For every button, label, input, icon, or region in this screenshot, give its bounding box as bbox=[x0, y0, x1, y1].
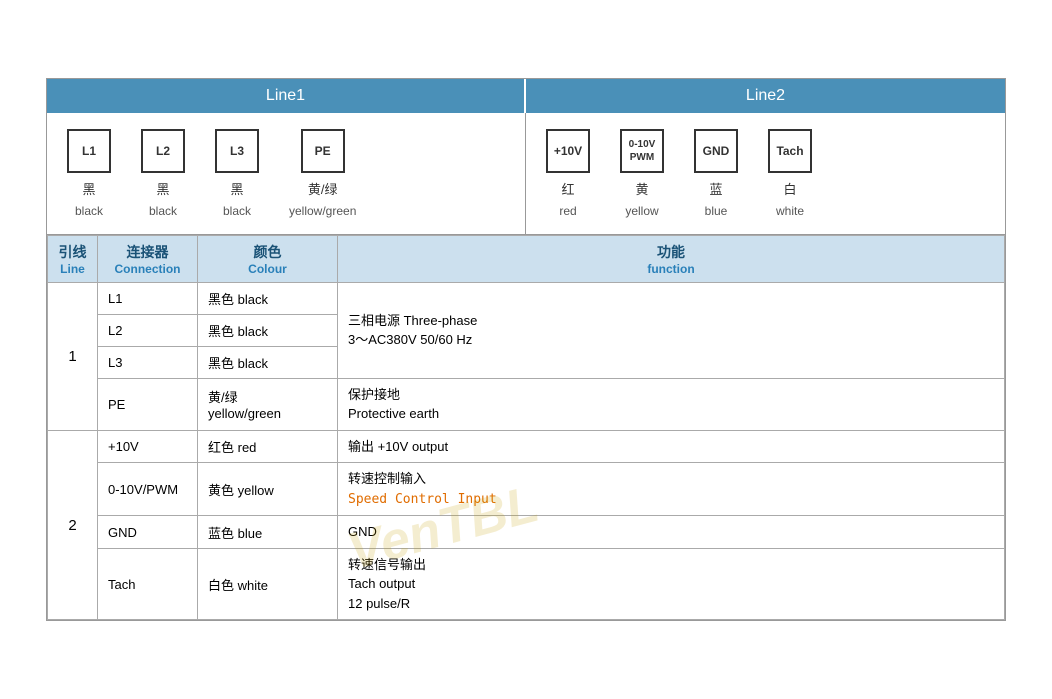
connector-PWM-box: 0-10VPWM bbox=[620, 129, 664, 173]
connector-L1: L1 黑 black bbox=[67, 129, 111, 218]
connector-PE-box: PE bbox=[301, 129, 345, 173]
table-row: 0-10V/PWM 黄色 yellow 转速控制输入Speed Control … bbox=[48, 463, 1005, 516]
connector-PWM-en: yellow bbox=[625, 204, 658, 218]
colour-L2: 黑色 black bbox=[198, 314, 338, 346]
header-function: 功能 function bbox=[338, 235, 1005, 282]
table-header-row: 引线 Line 连接器 Connection 颜色 Colour 功能 bbox=[48, 235, 1005, 282]
func-tach: 转速信号输出Tach output12 pulse/R bbox=[338, 548, 1005, 620]
connector-GND: GND 蓝 blue bbox=[694, 129, 738, 218]
table-row: Tach 白色 white 转速信号输出Tach output12 pulse/… bbox=[48, 548, 1005, 620]
connector-GND-box: GND bbox=[694, 129, 738, 173]
header-line2: Line2 bbox=[526, 79, 1005, 113]
connector-GND-cn: 蓝 bbox=[709, 179, 722, 198]
func-10V: 输出 +10V output bbox=[338, 430, 1005, 463]
connector-PE: PE 黄/绿 yellow/green bbox=[289, 129, 356, 218]
table-section: 引线 Line 连接器 Connection 颜色 Colour 功能 bbox=[47, 235, 1005, 621]
connector-L3-box: L3 bbox=[215, 129, 259, 173]
table-row: 2 +10V 红色 red 输出 +10V output bbox=[48, 430, 1005, 463]
connector-L3: L3 黑 black bbox=[215, 129, 259, 218]
line1-connectors: L1 黑 black L2 黑 black L3 黑 black bbox=[67, 129, 505, 218]
colour-gnd: 蓝色 blue bbox=[198, 516, 338, 549]
connector-PE-en: yellow/green bbox=[289, 204, 356, 218]
connector-10V: +10V 红 red bbox=[546, 129, 590, 218]
connector-Tach-box: Tach bbox=[768, 129, 812, 173]
connector-PWM: 0-10VPWM 黄 yellow bbox=[620, 129, 664, 218]
line2-connectors: +10V 红 red 0-10VPWM 黄 yellow GND 蓝 blue bbox=[546, 129, 985, 218]
connector-L3-cn: 黑 bbox=[230, 179, 243, 198]
colour-L3: 黑色 black bbox=[198, 346, 338, 378]
speed-ctrl-label: Speed Control Input bbox=[348, 492, 497, 507]
diagram-line1: L1 黑 black L2 黑 black L3 黑 black bbox=[47, 113, 526, 234]
colour-tach: 白色 white bbox=[198, 548, 338, 620]
func-L1-L3: 三相电源 Three-phase3～AC380V 50/60 Hz bbox=[338, 282, 1005, 378]
connector-L2: L2 黑 black bbox=[141, 129, 185, 218]
main-container: Line1 Line2 L1 黑 black L2 黑 black bbox=[46, 78, 1006, 622]
connector-L1-cn: 黑 bbox=[82, 179, 95, 198]
connector-L2-box: L2 bbox=[141, 129, 185, 173]
main-table: 引线 Line 连接器 Connection 颜色 Colour 功能 bbox=[47, 235, 1005, 621]
colour-10V: 红色 red bbox=[198, 430, 338, 463]
colour-pwm: 黄色 yellow bbox=[198, 463, 338, 516]
conn-PE: PE bbox=[98, 378, 198, 430]
header-line: 引线 Line bbox=[48, 235, 98, 282]
colour-PE: 黄/绿yellow/green bbox=[198, 378, 338, 430]
connector-Tach-en: white bbox=[776, 204, 804, 218]
connector-L2-cn: 黑 bbox=[156, 179, 169, 198]
connector-Tach-cn: 白 bbox=[783, 179, 796, 198]
diagram-row: L1 黑 black L2 黑 black L3 黑 black bbox=[47, 113, 1005, 235]
conn-pwm: 0-10V/PWM bbox=[98, 463, 198, 516]
connector-GND-en: blue bbox=[705, 204, 728, 218]
header-colour: 颜色 Colour bbox=[198, 235, 338, 282]
connector-L2-en: black bbox=[149, 204, 177, 218]
conn-tach: Tach bbox=[98, 548, 198, 620]
connector-Tach: Tach 白 white bbox=[768, 129, 812, 218]
conn-L1: L1 bbox=[98, 282, 198, 314]
conn-gnd: GND bbox=[98, 516, 198, 549]
colour-L1: 黑色 black bbox=[198, 282, 338, 314]
line-num-2: 2 bbox=[48, 430, 98, 620]
connector-10V-box: +10V bbox=[546, 129, 590, 173]
connector-PWM-cn: 黄 bbox=[635, 179, 648, 198]
table-row: GND 蓝色 blue GND bbox=[48, 516, 1005, 549]
header-line1: Line1 bbox=[47, 79, 526, 113]
connector-L3-en: black bbox=[223, 204, 251, 218]
table-row: 1 L1 黑色 black 三相电源 Three-phase3～AC380V 5… bbox=[48, 282, 1005, 314]
conn-L2: L2 bbox=[98, 314, 198, 346]
func-PE: 保护接地Protective earth bbox=[338, 378, 1005, 430]
connector-10V-en: red bbox=[559, 204, 576, 218]
header-connection: 连接器 Connection bbox=[98, 235, 198, 282]
header-row: Line1 Line2 bbox=[47, 79, 1005, 113]
func-gnd: GND bbox=[338, 516, 1005, 549]
conn-L3: L3 bbox=[98, 346, 198, 378]
line-num-1: 1 bbox=[48, 282, 98, 430]
connector-L1-box: L1 bbox=[67, 129, 111, 173]
connector-L1-en: black bbox=[75, 204, 103, 218]
conn-10V: +10V bbox=[98, 430, 198, 463]
func-pwm: 转速控制输入Speed Control Input bbox=[338, 463, 1005, 516]
diagram-line2: +10V 红 red 0-10VPWM 黄 yellow GND 蓝 blue bbox=[526, 113, 1005, 234]
connector-10V-cn: 红 bbox=[561, 179, 574, 198]
connector-PE-cn: 黄/绿 bbox=[308, 179, 338, 198]
table-row: PE 黄/绿yellow/green 保护接地Protective earth bbox=[48, 378, 1005, 430]
